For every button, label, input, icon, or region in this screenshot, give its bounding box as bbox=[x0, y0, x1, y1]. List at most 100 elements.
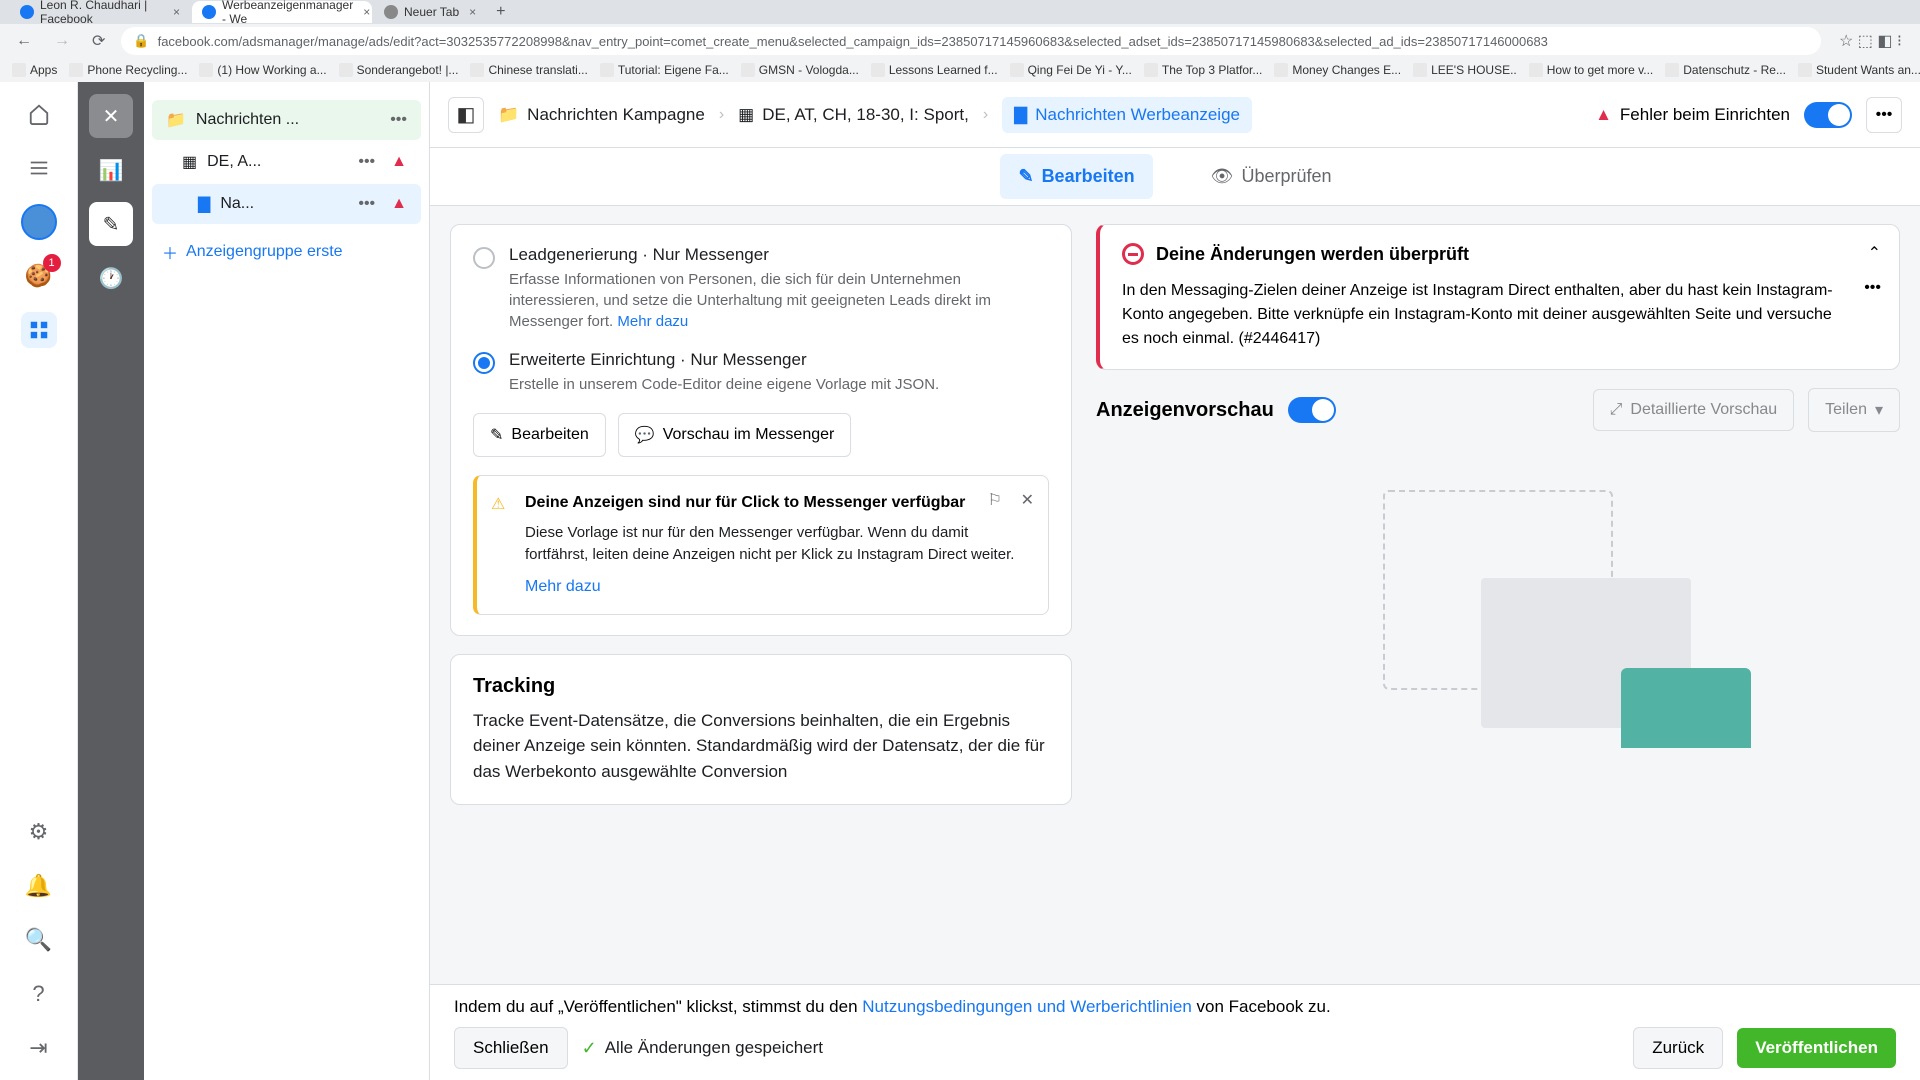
terms-link[interactable]: Nutzungsbedingungen und Werberichtlinien bbox=[862, 997, 1192, 1016]
breadcrumb-adset[interactable]: ▦DE, AT, CH, 18-30, I: Sport, bbox=[738, 105, 969, 125]
back-button[interactable]: ← bbox=[10, 32, 38, 50]
warning-icon: ▲ bbox=[391, 153, 407, 171]
radio-checked[interactable] bbox=[473, 352, 495, 374]
grid-icon: ▦ bbox=[182, 152, 197, 172]
tree-adset-label: DE, A... bbox=[207, 153, 261, 171]
more-icon[interactable]: ••• bbox=[1864, 279, 1881, 297]
more-link[interactable]: Mehr dazu bbox=[525, 578, 601, 595]
forward-button[interactable]: → bbox=[48, 32, 76, 50]
browser-tab[interactable]: Neuer Tab× bbox=[374, 1, 486, 23]
warning-icon: ⚠ bbox=[491, 494, 505, 514]
close-icon[interactable]: × bbox=[469, 5, 476, 19]
notifications-icon[interactable]: 🔔 bbox=[21, 868, 57, 904]
edit-icon[interactable]: ✎ bbox=[89, 202, 133, 246]
edit-template-button[interactable]: ✎Bearbeiten bbox=[473, 413, 606, 457]
close-button[interactable]: Schließen bbox=[454, 1027, 568, 1069]
bookmark-item[interactable]: The Top 3 Platfor... bbox=[1144, 63, 1263, 77]
bookmark-item[interactable]: GMSN - Vologda... bbox=[741, 63, 859, 77]
more-link[interactable]: Mehr dazu bbox=[617, 313, 688, 330]
bookmark-item[interactable]: (1) How Working a... bbox=[199, 63, 326, 77]
preview-toggle[interactable] bbox=[1288, 397, 1336, 423]
search-icon[interactable]: 🔍 bbox=[21, 922, 57, 958]
close-icon[interactable]: ✕ bbox=[1021, 490, 1034, 510]
pencil-icon: ✎ bbox=[1018, 166, 1033, 187]
bookmark-item[interactable]: LEE'S HOUSE.. bbox=[1413, 63, 1517, 77]
tree-ad[interactable]: ▇ Na... ••• ▲ bbox=[152, 184, 421, 224]
more-icon[interactable]: ••• bbox=[390, 111, 407, 129]
lock-icon: 🔒 bbox=[133, 33, 149, 49]
chevron-up-icon[interactable]: ⌃ bbox=[1868, 243, 1881, 263]
error-circle-icon bbox=[1122, 243, 1144, 265]
extension-icons[interactable]: ☆ ⬚ ◧ ⁝ bbox=[1831, 31, 1910, 51]
bookmark-item[interactable]: Sonderangebot! |... bbox=[339, 63, 459, 77]
tab-review[interactable]: 👁Überprüfen bbox=[1193, 154, 1350, 199]
tab-strip: Leon R. Chaudhari | Facebook× Werbeanzei… bbox=[0, 0, 1920, 24]
share-button[interactable]: Teilen▾ bbox=[1808, 388, 1900, 432]
tree-campaign[interactable]: 📁 Nachrichten ... ••• bbox=[152, 100, 421, 140]
bookmark-item[interactable]: Qing Fei De Yi - Y... bbox=[1010, 63, 1132, 77]
bookmark-item[interactable]: Phone Recycling... bbox=[69, 63, 187, 77]
new-tab-button[interactable]: + bbox=[488, 3, 513, 21]
bookmark-item[interactable]: Money Changes E... bbox=[1274, 63, 1401, 77]
ads-manager-icon[interactable] bbox=[21, 312, 57, 348]
chart-icon[interactable]: 📊 bbox=[89, 148, 133, 192]
ad-icon: ▇ bbox=[1014, 105, 1027, 125]
menu-icon[interactable] bbox=[21, 150, 57, 186]
bookmark-item[interactable]: Chinese translati... bbox=[470, 63, 587, 77]
main-area: ◧ 📁Nachrichten Kampagne › ▦DE, AT, CH, 1… bbox=[430, 82, 1920, 1080]
breadcrumb-campaign[interactable]: 📁Nachrichten Kampagne bbox=[498, 105, 705, 125]
global-nav: 🍪1 ⚙ 🔔 🔍 ? ⇥ bbox=[0, 82, 78, 1080]
preview-title: Anzeigenvorschau bbox=[1096, 399, 1274, 422]
address-bar-row: ← → ⟳ 🔒facebook.com/adsmanager/manage/ad… bbox=[0, 24, 1920, 58]
bookmark-item[interactable]: Lessons Learned f... bbox=[871, 63, 998, 77]
saved-indicator: ✓Alle Änderungen gespeichert bbox=[582, 1038, 823, 1059]
more-icon[interactable]: ••• bbox=[358, 195, 375, 213]
bookmark-item[interactable]: Apps bbox=[12, 63, 57, 77]
avatar[interactable] bbox=[21, 204, 57, 240]
add-adset-button[interactable]: ＋ Anzeigengruppe erste bbox=[144, 226, 429, 278]
settings-icon[interactable]: ⚙ bbox=[21, 814, 57, 850]
breadcrumb-ad[interactable]: ▇Nachrichten Werbeanzeige bbox=[1002, 97, 1252, 133]
tree-adset[interactable]: ▦ DE, A... ••• ▲ bbox=[152, 142, 421, 182]
check-icon: ✓ bbox=[582, 1038, 597, 1059]
close-icon[interactable]: × bbox=[363, 5, 370, 19]
detailed-preview-button[interactable]: ⤢Detaillierte Vorschau bbox=[1593, 389, 1795, 431]
browser-tab[interactable]: Leon R. Chaudhari | Facebook× bbox=[10, 1, 190, 23]
expand-icon: ⤢ bbox=[1610, 401, 1623, 419]
grid-icon: ▦ bbox=[738, 105, 754, 125]
more-icon[interactable]: ••• bbox=[358, 153, 375, 171]
report-icon[interactable]: ⚐ bbox=[988, 490, 1002, 510]
panel-toggle-icon[interactable]: ◧ bbox=[448, 97, 484, 133]
warning-icon: ▲ bbox=[391, 195, 407, 213]
status-toggle[interactable] bbox=[1804, 102, 1852, 128]
option-advanced[interactable]: Erweiterte Einrichtung · Nur Messenger E… bbox=[473, 350, 1049, 395]
cookie-icon[interactable]: 🍪1 bbox=[21, 258, 57, 294]
radio-unchecked[interactable] bbox=[473, 247, 495, 269]
ad-icon: ▇ bbox=[198, 194, 210, 214]
reload-button[interactable]: ⟳ bbox=[86, 31, 111, 51]
bookmark-item[interactable]: Tutorial: Eigene Fa... bbox=[600, 63, 729, 77]
publish-button[interactable]: Veröffentlichen bbox=[1737, 1028, 1896, 1068]
close-icon[interactable]: × bbox=[173, 5, 180, 19]
bookmark-item[interactable]: Datenschutz - Re... bbox=[1665, 63, 1786, 77]
home-icon[interactable] bbox=[21, 96, 57, 132]
history-icon[interactable]: 🕐 bbox=[89, 256, 133, 300]
preview-messenger-button[interactable]: 💬Vorschau im Messenger bbox=[618, 413, 852, 457]
plus-icon: ＋ bbox=[162, 240, 178, 264]
option-leadgen[interactable]: Leadgenerierung · Nur Messenger Erfasse … bbox=[473, 245, 1049, 332]
bookmark-item[interactable]: How to get more v... bbox=[1529, 63, 1653, 77]
help-icon[interactable]: ? bbox=[21, 976, 57, 1012]
back-button[interactable]: Zurück bbox=[1633, 1027, 1723, 1069]
more-icon[interactable]: ••• bbox=[1866, 97, 1902, 133]
browser-tab[interactable]: Werbeanzeigenmanager - We× bbox=[192, 1, 372, 23]
preview-placeholder bbox=[1096, 450, 1900, 730]
tracking-title: Tracking bbox=[473, 675, 1049, 698]
url-bar[interactable]: 🔒facebook.com/adsmanager/manage/ads/edit… bbox=[121, 27, 1821, 55]
bookmark-item[interactable]: Student Wants an... bbox=[1798, 63, 1920, 77]
preview-toolbar: Anzeigenvorschau ⤢Detaillierte Vorschau … bbox=[1096, 388, 1900, 432]
tree-ad-label: Na... bbox=[220, 195, 254, 213]
tab-edit[interactable]: ✎Bearbeiten bbox=[1000, 154, 1152, 199]
collapse-icon[interactable]: ⇥ bbox=[21, 1030, 57, 1066]
close-editor-button[interactable]: ✕ bbox=[89, 94, 133, 138]
error-title: Deine Änderungen werden überprüft bbox=[1156, 244, 1469, 265]
